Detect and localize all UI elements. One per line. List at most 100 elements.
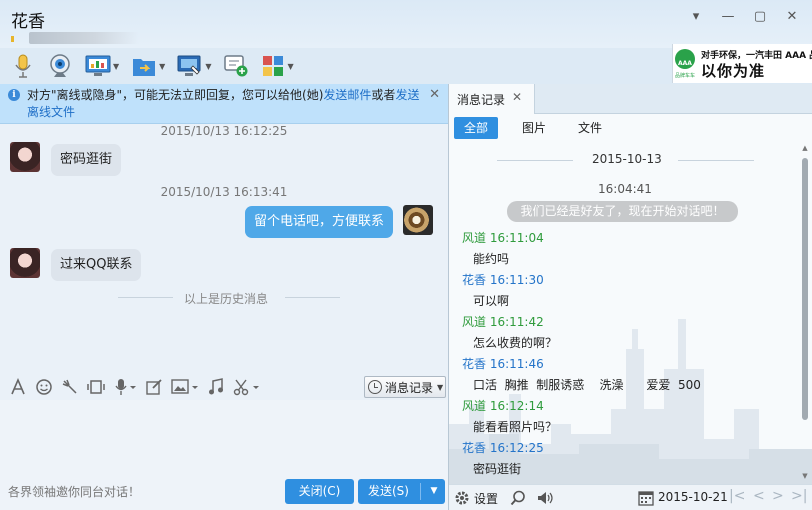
font-icon[interactable]: [9, 377, 27, 397]
invite-promo-text[interactable]: 各界领袖邀你同台对话！: [8, 483, 140, 500]
history-entry-header: 花香 16:11:46: [462, 355, 544, 372]
filter-files[interactable]: 文件: [568, 117, 612, 139]
send-file-button[interactable]: ▼: [128, 51, 168, 81]
chevron-down-icon[interactable]: ▼: [424, 479, 444, 504]
voice-call-button[interactable]: [8, 51, 38, 81]
emoji-icon[interactable]: [35, 377, 53, 397]
history-entry-text[interactable]: 密码逛街: [473, 460, 521, 477]
message-history-button[interactable]: 消息记录 ▼: [364, 376, 446, 398]
send-button-separator: [420, 483, 421, 500]
send-email-link[interactable]: 发送邮件: [323, 88, 371, 102]
contact-avatar[interactable]: [10, 142, 40, 172]
menu-dropdown-button[interactable]: ▾: [682, 6, 710, 26]
blurred-signature: [29, 32, 139, 44]
chevron-down-icon[interactable]: ▼: [205, 62, 211, 71]
send-button[interactable]: 发送(S) ▼: [358, 479, 445, 504]
history-time: 16:11:42: [489, 315, 544, 329]
message-bubble-sent[interactable]: 留个电话吧，方便联系: [245, 206, 394, 238]
remote-desktop-button[interactable]: ▼: [82, 51, 122, 81]
history-entry-text[interactable]: 怎么收费的啊？: [473, 334, 557, 351]
contact-avatar[interactable]: [10, 248, 40, 278]
search-icon[interactable]: [510, 490, 526, 506]
last-page-icon[interactable]: >|: [791, 488, 807, 504]
divider-line: [118, 297, 173, 298]
notice-text-middle: 或者: [371, 88, 396, 102]
edit-icon[interactable]: [145, 377, 163, 397]
offline-notice-text: 对方"离线或隐身"，可能无法立即回复，您可以给他(她)发送邮件或者发送离线文件: [27, 87, 422, 121]
settings-link[interactable]: 设置: [474, 490, 498, 507]
new-discussion-button[interactable]: [220, 51, 252, 81]
info-icon: i: [8, 89, 20, 101]
history-time: 16:11:04: [489, 231, 544, 245]
chevron-down-icon[interactable]: ▼: [113, 62, 119, 71]
chevron-down-icon[interactable]: ▼: [159, 62, 165, 71]
image-icon[interactable]: [171, 377, 199, 397]
history-date-picker[interactable]: 2015-10-21: [658, 490, 728, 504]
close-chat-button[interactable]: 关闭(C): [285, 479, 354, 504]
ad-slogan: 以你为准: [701, 62, 766, 80]
history-sender: 风道: [462, 315, 487, 329]
apps-button[interactable]: ▼: [258, 51, 296, 81]
chevron-down-icon[interactable]: ▼: [437, 383, 443, 392]
history-sender: 风道: [462, 231, 487, 245]
notice-text-before: 对方"离线或隐身"，可能无法立即回复，您可以给他(她): [27, 88, 324, 102]
history-sender: 花香: [462, 273, 487, 287]
message-bubble-received[interactable]: 密码逛街: [51, 144, 122, 176]
divider-line: [285, 297, 340, 298]
prev-page-icon[interactable]: <: [753, 488, 765, 504]
voice-message-icon[interactable]: [113, 377, 137, 397]
history-time: 16:12:25: [489, 441, 544, 455]
close-window-button[interactable]: ✕: [778, 6, 806, 26]
tab-message-history[interactable]: 消息记录 ✕: [449, 84, 535, 114]
minimize-button[interactable]: —: [714, 6, 742, 26]
send-button-label[interactable]: 发送(S): [358, 479, 419, 504]
history-entry-text[interactable]: 口活 胸推 制服诱惑 洗澡 爱爱 500: [473, 376, 701, 393]
chevron-down-icon[interactable]: ▼: [287, 62, 293, 71]
history-divider-text: 以上是历史消息: [184, 292, 269, 306]
history-entry-header: 花香 16:12:25: [462, 439, 544, 456]
history-entry-text[interactable]: 可以啊: [473, 292, 509, 309]
divider-line: [678, 160, 754, 161]
scrollbar-thumb[interactable]: [802, 158, 808, 420]
apps-icon: [263, 56, 284, 76]
chat-messages-area[interactable]: 2015/10/13 16:12:25 密码逛街 2015/10/13 16:1…: [0, 124, 448, 374]
advertisement-banner[interactable]: AAA 品牌车车 对手环保，一汽丰田 AAA 品牌 以你为准: [672, 44, 812, 83]
video-call-button[interactable]: [44, 51, 76, 81]
message-input[interactable]: [0, 400, 448, 476]
gif-icon[interactable]: [87, 377, 105, 397]
gear-icon[interactable]: [454, 490, 470, 506]
maximize-button[interactable]: ▢: [746, 6, 774, 26]
first-page-icon[interactable]: |<: [729, 488, 745, 504]
window-title: 花香: [11, 12, 45, 32]
history-entry-text[interactable]: 能约吗: [473, 250, 509, 267]
history-entry-text[interactable]: 能看看照片吗？: [473, 418, 557, 435]
filter-all[interactable]: 全部: [454, 117, 499, 139]
filter-images[interactable]: 图片: [512, 117, 556, 139]
history-scrollbar[interactable]: ▲ ▼: [799, 142, 811, 482]
scroll-up-icon[interactable]: ▲: [801, 144, 809, 152]
shake-icon[interactable]: [61, 377, 79, 397]
close-notice-icon[interactable]: ✕: [429, 87, 440, 102]
history-entry-header: 风道 16:11:42: [462, 313, 544, 330]
message-history-panel: 消息记录 ✕ 全部 图片 文件 2015-10-13 16:04:41 我们已经…: [449, 84, 812, 510]
history-time: 16:12:14: [489, 399, 544, 413]
music-icon[interactable]: [207, 377, 225, 397]
screen-share-icon: [177, 55, 201, 76]
screen-share-button[interactable]: ▼: [174, 51, 214, 81]
title-bar: 花香 ▾ — ▢ ✕: [0, 0, 812, 48]
history-first-time: 16:04:41: [598, 182, 652, 196]
calendar-icon[interactable]: [638, 490, 654, 506]
send-file-icon: [133, 59, 156, 76]
speaker-icon[interactable]: [536, 489, 554, 507]
history-divider: 以上是历史消息: [118, 290, 340, 306]
self-avatar[interactable]: [403, 205, 433, 235]
history-time: 16:11:30: [489, 273, 544, 287]
status-signature: [11, 32, 139, 44]
screenshot-icon[interactable]: [233, 377, 261, 397]
scroll-down-icon[interactable]: ▼: [801, 472, 809, 480]
history-entry-header: 风道 16:11:04: [462, 229, 544, 246]
message-bubble-received[interactable]: 过来QQ联系: [51, 249, 142, 281]
remote-desktop-icon: [85, 55, 111, 76]
next-page-icon[interactable]: >: [772, 488, 784, 504]
close-tab-icon[interactable]: ✕: [512, 90, 522, 104]
